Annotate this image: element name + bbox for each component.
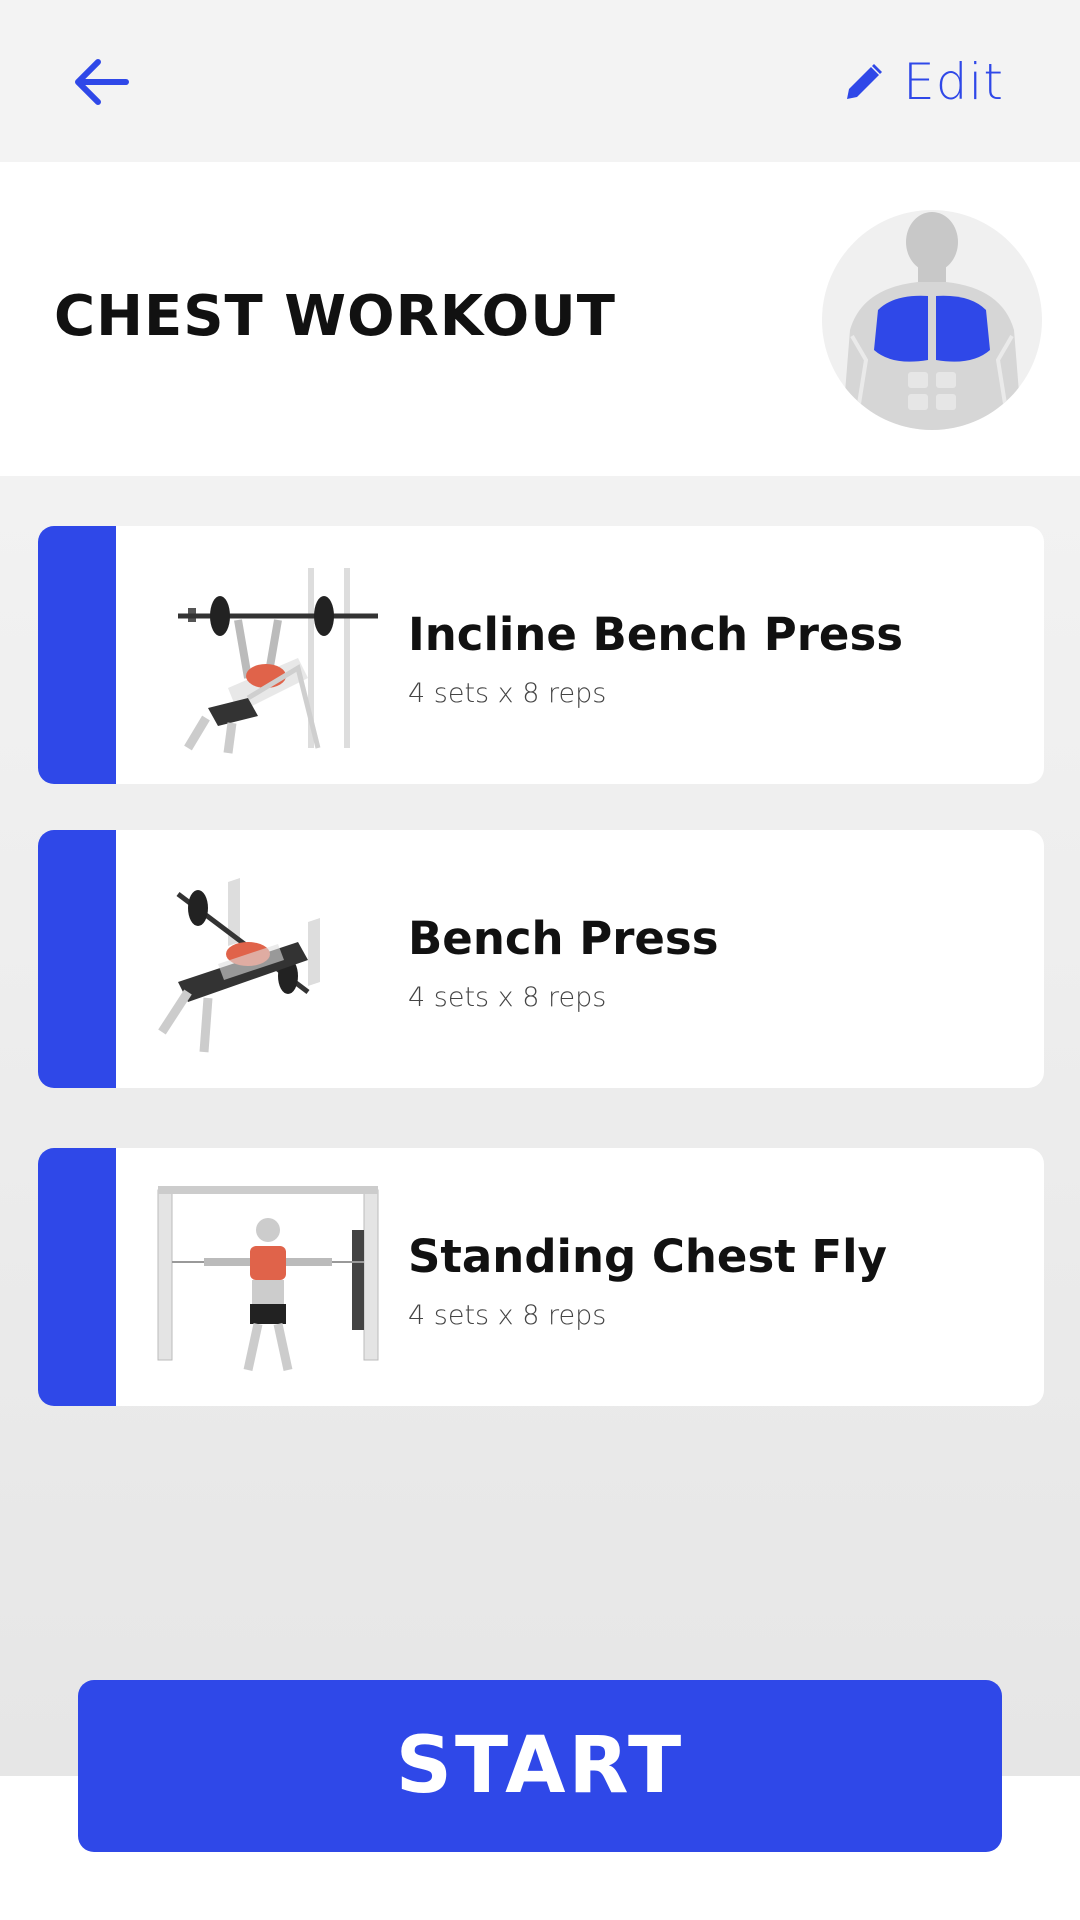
workout-header: CHEST WORKOUT (0, 162, 1080, 476)
exercise-name: Incline Bench Press (408, 608, 904, 661)
chest-muscle-icon (842, 212, 1022, 430)
muscle-avatar (822, 210, 1042, 430)
exercise-card[interactable]: Incline Bench Press 4 sets x 8 reps (38, 526, 1044, 784)
exercise-card[interactable]: Bench Press 4 sets x 8 reps (38, 830, 1044, 1088)
arrow-left-icon (75, 59, 129, 105)
exercise-detail: 4 sets x 8 reps (408, 678, 607, 709)
bench-press-illustration (158, 878, 320, 1053)
exercise-detail: 4 sets x 8 reps (408, 982, 607, 1013)
top-bar: Edit (0, 0, 1080, 162)
exercise-name: Standing Chest Fly (408, 1230, 887, 1283)
card-accent (38, 1148, 116, 1406)
exercise-card[interactable]: Standing Chest Fly 4 sets x 8 reps (38, 1148, 1044, 1406)
exercise-detail: 4 sets x 8 reps (408, 1300, 607, 1331)
exercise-thumbnail (148, 548, 388, 762)
edit-button[interactable]: Edit (843, 44, 1004, 120)
card-accent (38, 830, 116, 1088)
back-button[interactable] (62, 42, 142, 122)
exercise-thumbnail (148, 1170, 388, 1384)
start-button[interactable]: START (78, 1680, 1002, 1852)
incline-bench-press-illustration (178, 568, 378, 754)
page-title: CHEST WORKOUT (54, 284, 616, 349)
exercise-thumbnail (148, 852, 388, 1066)
card-accent (38, 526, 116, 784)
cable-chest-fly-illustration (157, 1186, 379, 1371)
pencil-icon (847, 64, 883, 99)
edit-label: Edit (903, 53, 1004, 111)
exercise-name: Bench Press (408, 912, 719, 965)
